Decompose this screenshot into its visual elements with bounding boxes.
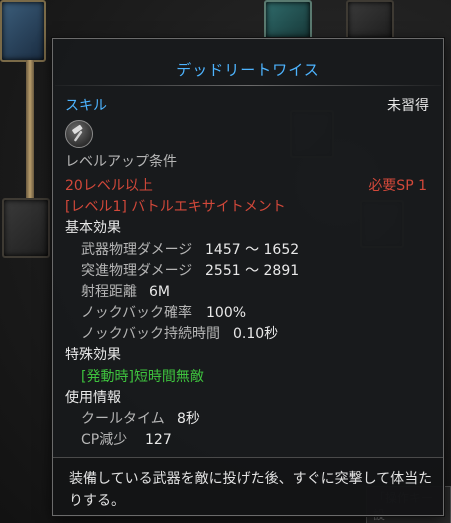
skill-tooltip: デッドリートワイス スキル 未習得 レベルアップ条件 20レベル以上 必要SP …	[52, 38, 444, 516]
skill-slot-left-lower[interactable]	[2, 198, 50, 258]
skill-tree-screen: 「操作キー設 デッドリートワイス スキル 未習得 レベルアップ条件 20レベル以…	[0, 0, 451, 523]
skill-slot-top-mid[interactable]	[264, 0, 312, 40]
usage-label: クールタイム	[81, 411, 165, 427]
requirement-title: レベルアップ条件	[65, 154, 177, 170]
skill-category: スキル	[65, 98, 107, 114]
stat-label: 武器物理ダメージ	[81, 242, 193, 258]
required-sp: 必要SP 1	[368, 178, 427, 194]
description-box: 装備している武器を敵に投げた後、すぐに突撃して体当たりする。	[53, 457, 443, 515]
prerequisite-skill: [レベル1] バトルエキサイトメント	[65, 199, 286, 215]
skill-slot-top-right[interactable]	[346, 0, 394, 40]
basic-effect-title: 基本効果	[65, 220, 121, 236]
usage-title: 使用情報	[65, 390, 121, 406]
requirement-level: 20レベル以上	[65, 178, 153, 194]
stat-label: ノックバック確率	[81, 305, 193, 321]
special-effect: [発動時]短時間無敵	[81, 368, 204, 386]
stat-label: 射程距離	[81, 284, 137, 300]
stat-label: ノックバック持続時間	[81, 326, 221, 342]
usage-label: CP減少	[81, 432, 128, 448]
stat-label: 突進物理ダメージ	[81, 263, 193, 279]
stat-value: 2551 ～ 2891	[205, 263, 300, 279]
usage-value: 127	[145, 432, 172, 448]
special-effect-text: 短時間無敵	[133, 369, 204, 385]
stat-value: 0.10秒	[233, 326, 279, 342]
stat-value: 6M	[149, 284, 170, 300]
skill-slot-top-left[interactable]	[0, 0, 46, 62]
stat-value: 100%	[206, 305, 247, 321]
usage-value: 8秒	[177, 411, 200, 427]
skill-description: 装備している武器を敵に投げた後、すぐに突撃して体当たりする。	[69, 471, 433, 509]
stat-value: 1457 ～ 1652	[205, 242, 300, 258]
skill-name: デッドリートワイス	[176, 61, 320, 79]
learn-status: 未習得	[387, 98, 429, 114]
title-divider	[55, 85, 441, 86]
hammer-icon	[65, 120, 93, 148]
special-effect-title: 特殊効果	[65, 347, 121, 363]
tree-connector-left	[26, 60, 34, 200]
special-effect-tag: [発動時]	[81, 369, 134, 385]
